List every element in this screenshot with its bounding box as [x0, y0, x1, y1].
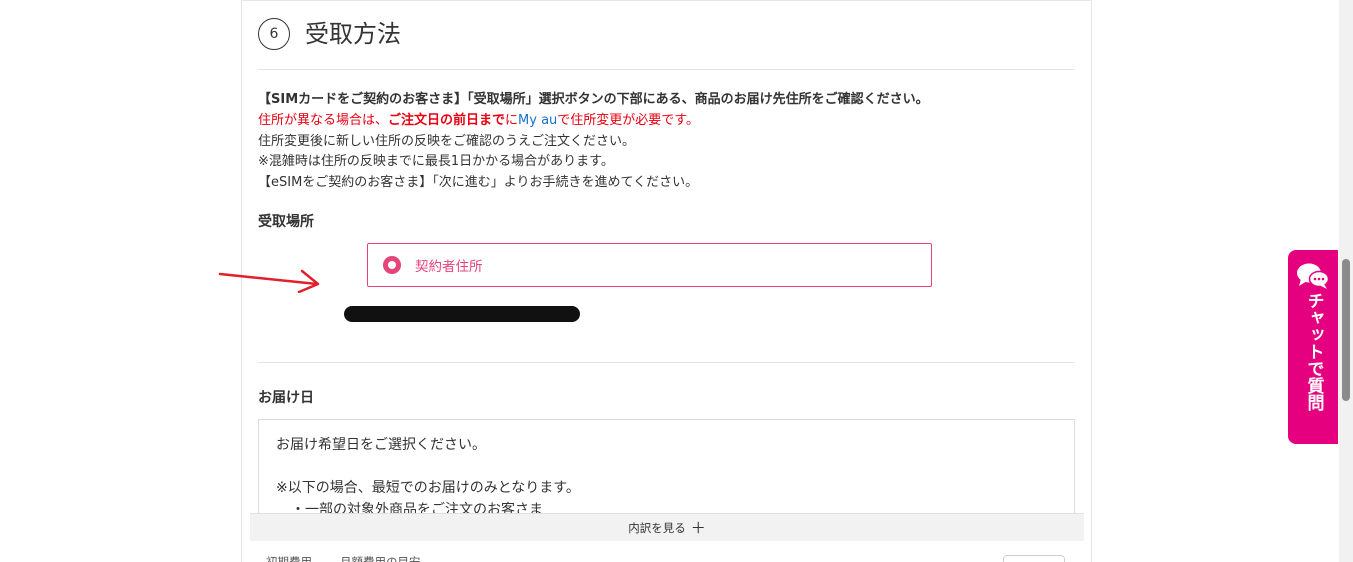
section-divider — [258, 362, 1075, 363]
notice-address-warning: 住所が異なる場合は、ご注文日の前日までにMy auで住所変更が必要です。 — [258, 111, 1088, 132]
delivery-date-label: お届け日 — [258, 390, 314, 406]
notice-esim: 【eSIMをご契約のお客さま】「次に進む」よりお手続きを進めてください。 — [258, 175, 699, 191]
warning-text-3: で住所変更が必要です。 — [557, 112, 699, 128]
breakdown-toggle[interactable]: 内訳を見る ＋ — [250, 513, 1084, 542]
warning-deadline: ご注文日の前日まで — [388, 112, 506, 128]
chat-question-button[interactable]: チャットで質問 — [1288, 250, 1338, 444]
radio-option-contractor-address[interactable]: 契約者住所 — [367, 243, 932, 287]
radio-selected-icon — [383, 256, 401, 274]
red-arrow-icon — [218, 269, 320, 293]
plus-icon: ＋ — [690, 518, 706, 537]
notice-sim-heading: 【SIMカードをご契約のお客さま】「受取場所」選択ボタンの下部にある、商品のお届… — [258, 92, 929, 107]
delivery-select-prompt: お届け希望日をご選択ください。 — [276, 437, 486, 453]
title-divider — [258, 69, 1075, 70]
monthly-cost-label: 月額費用の目安 — [340, 555, 421, 562]
cost-summary-row: 初期費用 月額費用の目安 — [250, 541, 1084, 562]
chat-label: チャットで質問 — [1303, 292, 1324, 411]
redacted-address — [344, 306, 580, 322]
breakdown-label: 内訳を見る — [628, 521, 686, 535]
initial-cost-label: 初期費用 — [266, 555, 312, 562]
delivery-note: ※以下の場合、最短でのお届けのみとなります。 — [276, 480, 580, 496]
top-divider — [242, 0, 1091, 1]
warning-text-2: に — [505, 112, 519, 128]
notice-line-congestion: ※混雑時は住所の反映までに最長1日かかる場合があります。 — [258, 154, 614, 170]
step-number-badge: 6 — [258, 18, 290, 50]
warning-text-1: 住所が異なる場合は、 — [258, 112, 389, 128]
notice-line-confirm: 住所変更後に新しい住所の反映をご確認のうえご注文ください。 — [258, 133, 636, 149]
receive-place-label: 受取場所 — [258, 214, 314, 230]
chat-bubbles-icon — [1297, 263, 1330, 289]
radio-option-label: 契約者住所 — [415, 259, 483, 275]
notice-text: 【SIMカードをご契約のお客さま】「受取場所」選択ボタンの下部にある、商品のお届… — [258, 90, 1088, 194]
section-title: 受取方法 — [305, 20, 401, 48]
scrollbar-thumb[interactable] — [1342, 259, 1350, 401]
my-au-link[interactable]: My au — [518, 113, 557, 128]
cost-action-button[interactable] — [1003, 555, 1065, 562]
